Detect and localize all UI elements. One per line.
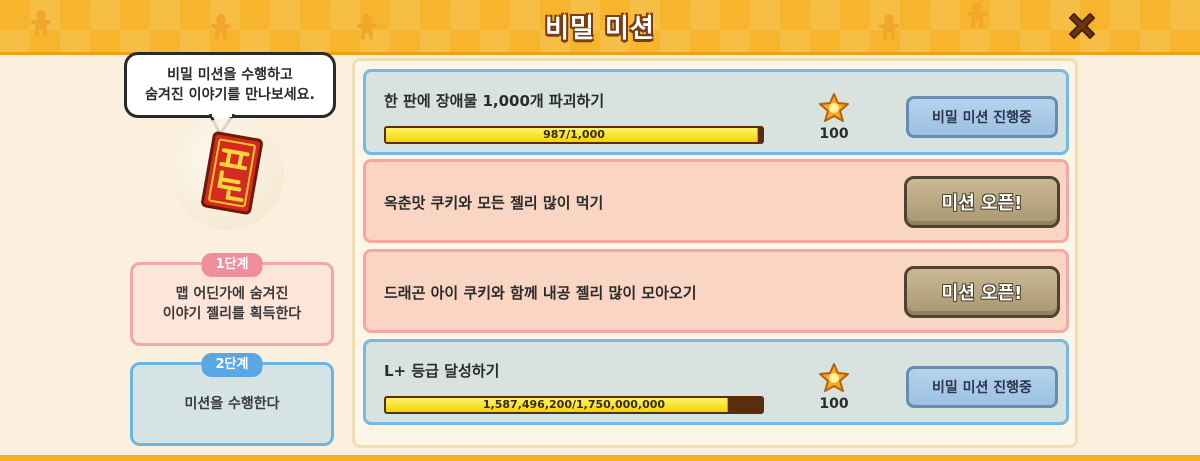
- reward-amount: 100: [819, 396, 849, 412]
- mission-progress-button[interactable]: 비밀 미션 진행중: [906, 96, 1058, 138]
- mission-card: L+ 등급 달성하기 1,587,496,200/1,750,000,000 1…: [363, 339, 1069, 425]
- reward: 100: [816, 362, 852, 418]
- progress-bar: 1,587,496,200/1,750,000,000: [384, 396, 764, 414]
- stage-2-tab: 2단계: [201, 353, 263, 377]
- progress-text: 987/1,000: [543, 128, 605, 141]
- secret-scroll-icon: [201, 131, 263, 215]
- bubble-line: 숨겨진 이야기를 만나보세요.: [145, 87, 315, 103]
- star-reward-icon: [819, 93, 849, 122]
- stage-1-line: 이야기 젤리를 획득한다: [162, 306, 302, 322]
- mission-card: 옥춘맛 쿠키와 모든 젤리 많이 먹기 미션 오픈!: [363, 159, 1069, 243]
- header-bar: 비밀 미션: [0, 0, 1200, 55]
- bubble-line: 비밀 미션을 수행하고: [167, 67, 293, 83]
- mission-title: 옥춘맛 쿠키와 모든 젤리 많이 먹기: [384, 194, 604, 212]
- reward-amount: 100: [819, 126, 849, 142]
- star-reward-icon: [819, 363, 849, 392]
- stage-2-line: 미션을 수행한다: [184, 396, 280, 412]
- progress-bar: 987/1,000: [384, 126, 764, 144]
- mission-card: 드래곤 아이 쿠키와 함께 내공 젤리 많이 모아오기 미션 오픈!: [363, 249, 1069, 333]
- stage-1-box: 1단계 맵 어딘가에 숨겨진 이야기 젤리를 획득한다: [130, 253, 334, 346]
- page-title: 비밀 미션: [545, 14, 655, 44]
- mission-card: 한 판에 장애물 1,000개 파괴하기 987/1,000 100 비밀 미션…: [363, 69, 1069, 155]
- mission-open-button[interactable]: 미션 오픈!: [904, 176, 1060, 228]
- stage-1-line: 맵 어딘가에 숨겨진: [175, 286, 289, 302]
- reward: 100: [816, 92, 852, 148]
- mission-progress-button[interactable]: 비밀 미션 진행중: [906, 366, 1058, 408]
- mission-title: 한 판에 장애물 1,000개 파괴하기: [384, 92, 605, 110]
- progress-text: 1,587,496,200/1,750,000,000: [482, 398, 666, 411]
- close-icon[interactable]: [1062, 6, 1102, 46]
- bottom-strip: [0, 455, 1200, 461]
- missions-panel: 한 판에 장애물 1,000개 파괴하기 987/1,000 100 비밀 미션…: [352, 58, 1078, 448]
- mission-title: 드래곤 아이 쿠키와 함께 내공 젤리 많이 모아오기: [384, 284, 697, 302]
- mission-open-button[interactable]: 미션 오픈!: [904, 266, 1060, 318]
- stage-1-tab: 1단계: [201, 253, 263, 277]
- stage-2-box: 2단계 미션을 수행한다: [130, 353, 334, 446]
- speech-bubble: 비밀 미션을 수행하고 숨겨진 이야기를 만나보세요.: [124, 52, 336, 118]
- mission-title: L+ 등급 달성하기: [384, 362, 500, 380]
